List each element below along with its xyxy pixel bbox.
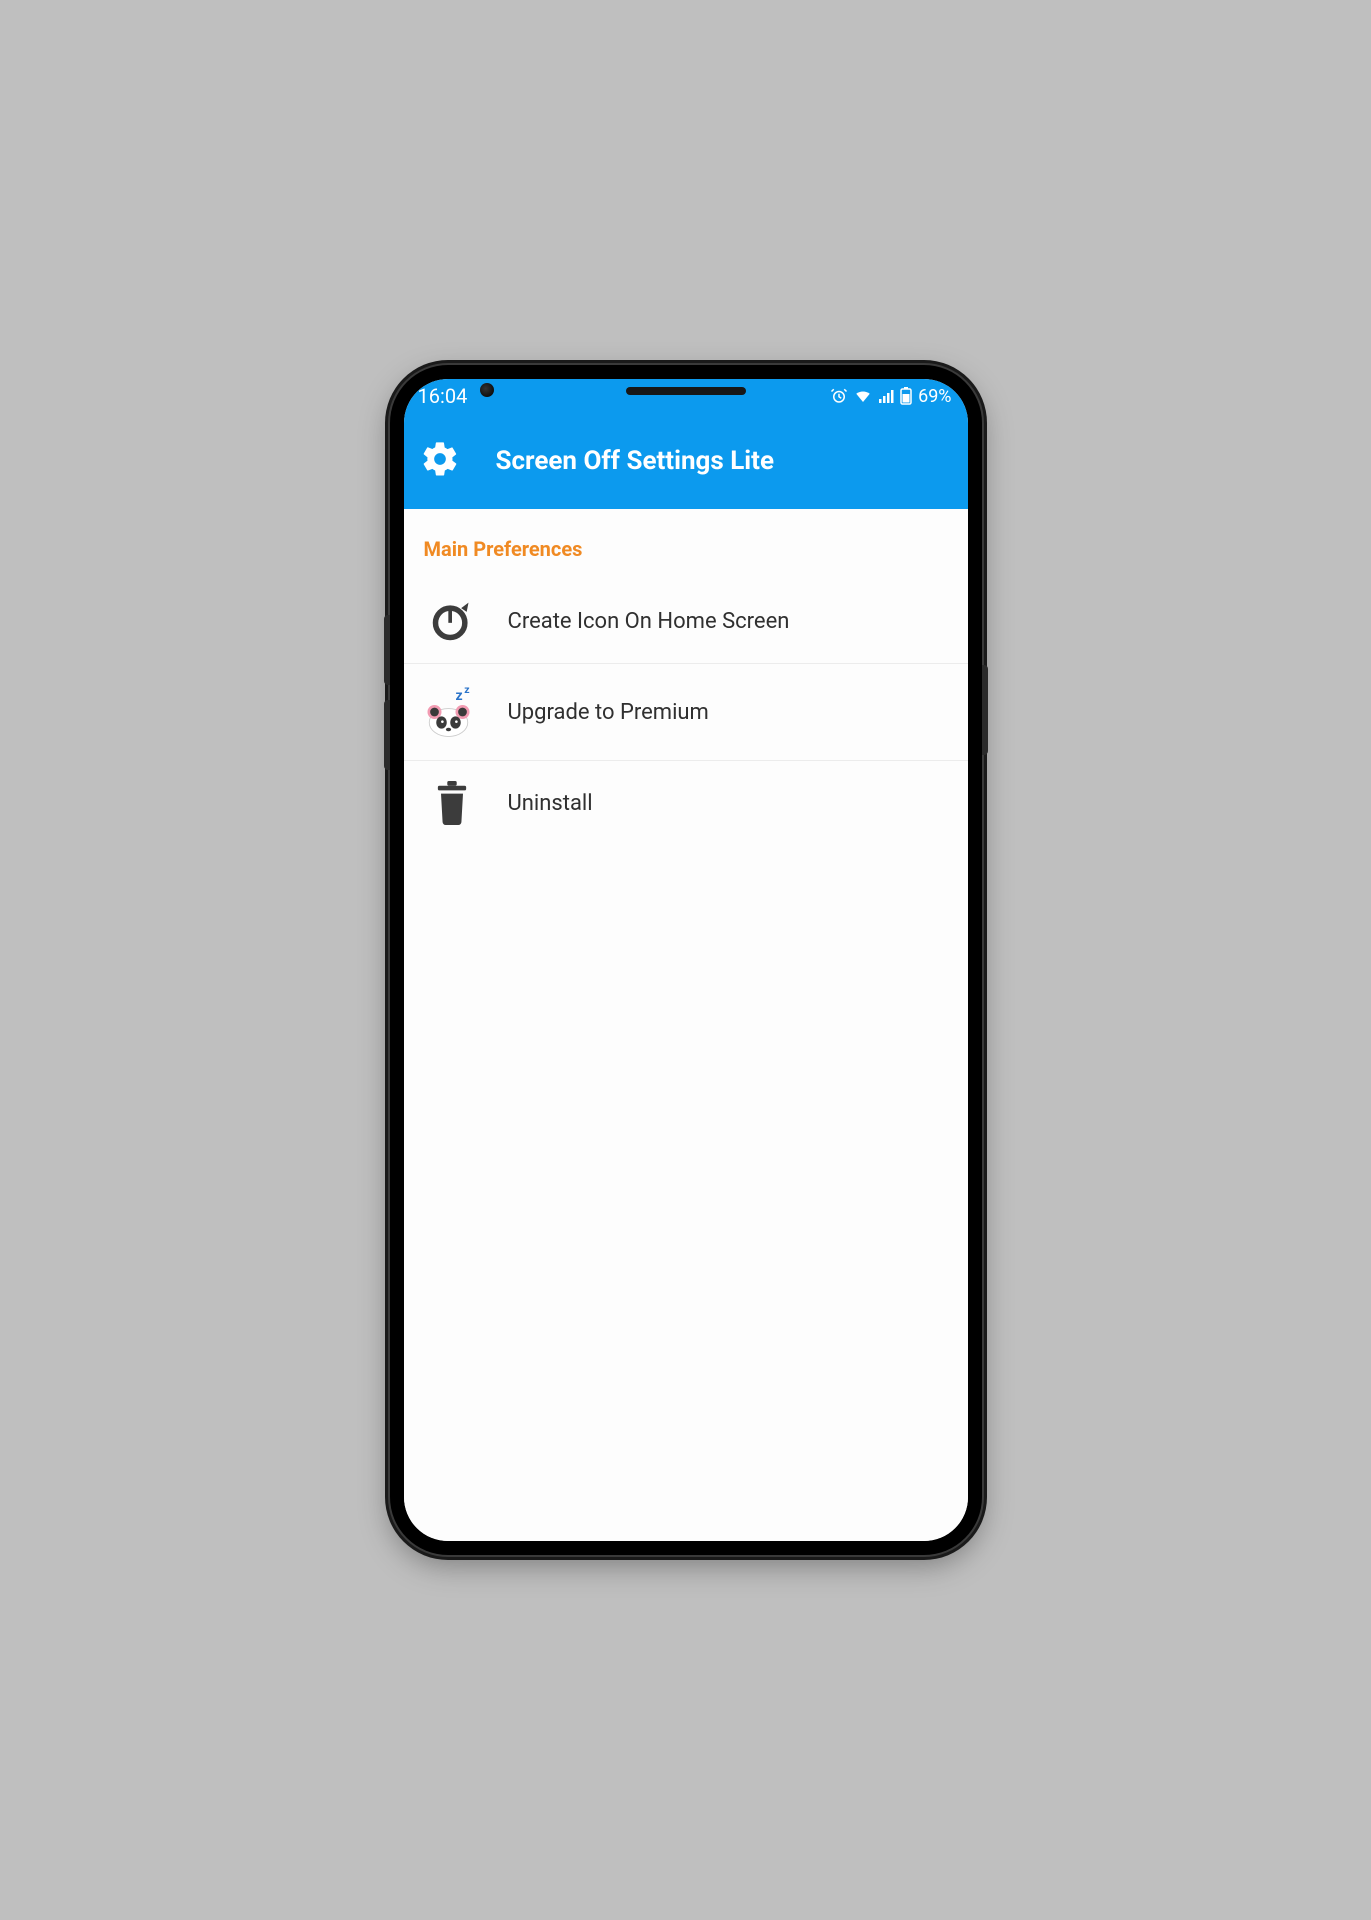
item-create-icon[interactable]: Create Icon On Home Screen xyxy=(404,579,968,664)
screenshot-stage: 16:04 xyxy=(224,275,1148,1646)
item-upgrade-premium[interactable]: z z xyxy=(404,664,968,761)
status-time: 16:04 xyxy=(418,384,468,408)
svg-text:z: z xyxy=(464,684,469,696)
battery-icon xyxy=(900,387,912,405)
content-area: Main Preferences Create Icon On Home Scr… xyxy=(404,509,968,1541)
gear-icon xyxy=(420,439,460,483)
earpiece xyxy=(626,387,746,395)
phone-frame: 16:04 xyxy=(390,365,982,1555)
power-button xyxy=(982,665,988,755)
phone-screen: 16:04 xyxy=(404,379,968,1541)
alarm-icon xyxy=(830,387,848,405)
trash-icon xyxy=(424,781,480,825)
item-label: Upgrade to Premium xyxy=(508,700,709,725)
power-shortcut-icon xyxy=(424,599,480,643)
front-camera xyxy=(480,383,494,397)
volume-up-button xyxy=(384,615,390,685)
volume-down-button xyxy=(384,700,390,770)
section-title: Main Preferences xyxy=(404,509,968,579)
battery-percentage: 69% xyxy=(918,386,951,407)
signal-icon xyxy=(878,388,894,404)
item-label: Uninstall xyxy=(508,791,593,816)
svg-text:z: z xyxy=(455,688,462,704)
status-icons: 69% xyxy=(830,386,951,407)
item-uninstall[interactable]: Uninstall xyxy=(404,761,968,845)
wifi-icon xyxy=(854,387,872,405)
item-label: Create Icon On Home Screen xyxy=(508,609,790,634)
app-title: Screen Off Settings Lite xyxy=(496,446,775,476)
app-bar: Screen Off Settings Lite xyxy=(404,413,968,509)
sleeping-panda-icon: z z xyxy=(424,684,480,740)
